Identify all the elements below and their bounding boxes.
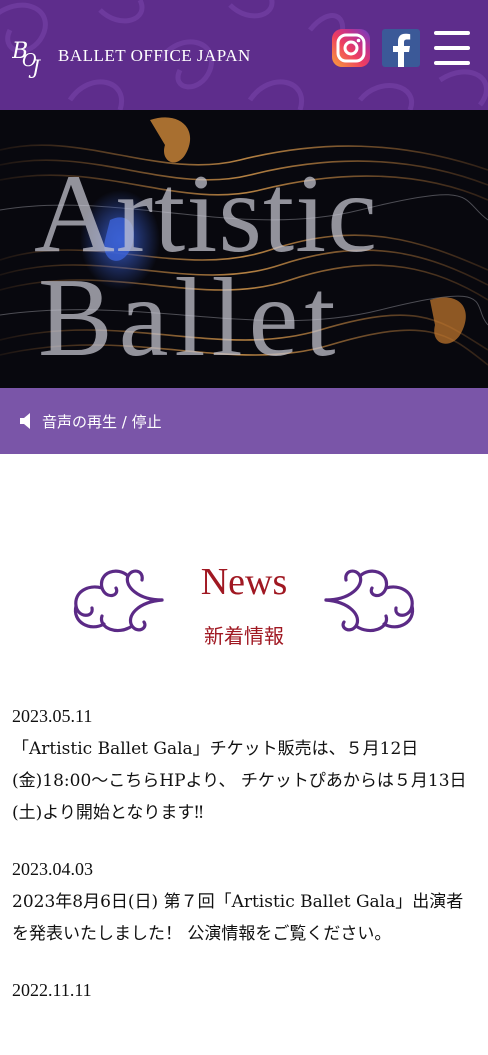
news-date: 2022.11.11 xyxy=(12,980,92,1000)
site-logo[interactable]: B O J BALLET OFFICE JAPAN xyxy=(12,34,251,78)
news-list: 2023.05.11 「Artistic Ballet Gala」チケット販売は… xyxy=(12,706,472,1031)
boj-logo-mark: B O J xyxy=(12,39,41,78)
news-item: 2023.04.03 2023年8月6日(日) 第７回「Artistic Bal… xyxy=(12,859,472,950)
news-item: 2023.05.11 「Artistic Ballet Gala」チケット販売は… xyxy=(12,706,472,829)
hero-banner: Artistic Ballet xyxy=(0,110,488,388)
audio-toggle-label: 音声の再生 / 停止 xyxy=(42,412,162,431)
news-date: 2023.04.03 xyxy=(12,859,93,879)
news-item: 2022.11.11 xyxy=(12,980,472,1001)
news-date: 2023.05.11 xyxy=(12,706,93,726)
instagram-icon[interactable] xyxy=(332,29,370,67)
facebook-icon[interactable] xyxy=(382,29,420,67)
audio-toggle-button[interactable]: 音声の再生 / 停止 xyxy=(0,388,488,454)
news-title: News xyxy=(200,561,288,603)
news-link[interactable]: 2023年8月6日(日) 第７回「Artistic Ballet Gala」出演… xyxy=(12,886,472,950)
news-subtitle: 新着情報 xyxy=(204,624,284,648)
hero-title-line2: Ballet xyxy=(38,256,342,380)
site-header: B O J BALLET OFFICE JAPAN xyxy=(0,0,488,110)
hamburger-menu-icon[interactable] xyxy=(432,28,472,68)
hero-title-line1: Artistic xyxy=(34,152,378,276)
logo-text: BALLET OFFICE JAPAN xyxy=(58,46,251,65)
news-heading: News 新着情報 xyxy=(0,560,488,650)
news-link[interactable]: 「Artistic Ballet Gala」チケット販売は、５月12日(金)18… xyxy=(12,733,472,829)
speaker-icon xyxy=(20,413,30,429)
